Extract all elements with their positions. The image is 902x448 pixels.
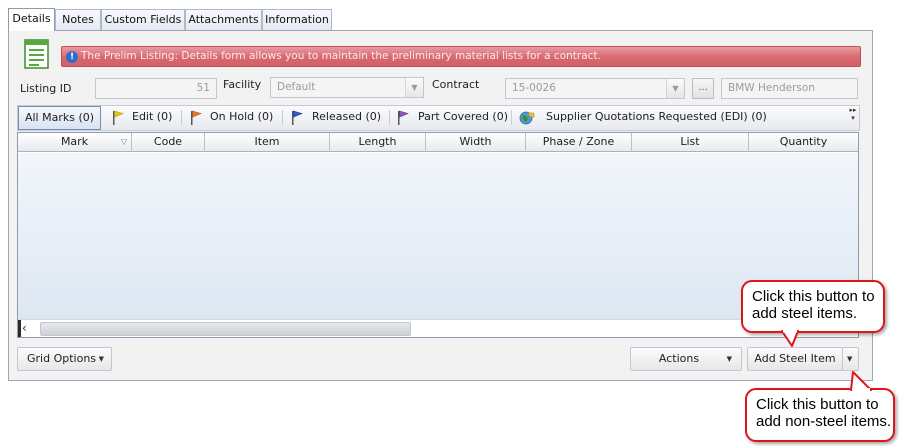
column-header-quantity[interactable]: Quantity bbox=[749, 133, 858, 152]
filter-on-hold[interactable]: On Hold (0) bbox=[210, 106, 273, 130]
globe-icon bbox=[519, 111, 535, 125]
contract-dropdown-icon[interactable]: ▼ bbox=[666, 79, 684, 98]
yellow-flag-icon bbox=[113, 110, 124, 125]
tab-custom-fields-label: Custom Fields bbox=[104, 13, 182, 26]
chevron-down-icon: ▼ bbox=[98, 355, 104, 363]
marks-grid: Mark ▽ Code Item Length Width Phase / Zo… bbox=[17, 132, 859, 338]
tab-details-label: Details bbox=[12, 12, 51, 25]
grid-header: Mark ▽ Code Item Length Width Phase / Zo… bbox=[18, 133, 858, 152]
grid-options-button[interactable]: Grid Options ▼ bbox=[17, 347, 112, 371]
callout-non-steel-line2: add non-steel items. bbox=[756, 413, 892, 430]
callout-steel-pointer bbox=[781, 330, 799, 347]
scroll-left-icon[interactable]: ‹ bbox=[22, 321, 36, 336]
document-list-icon bbox=[24, 39, 49, 69]
column-header-length[interactable]: Length bbox=[330, 133, 426, 152]
column-filter-icon[interactable]: ▽ bbox=[121, 133, 127, 151]
scrollbar-thumb[interactable] bbox=[40, 322, 411, 336]
filter-separator bbox=[389, 110, 390, 125]
horizontal-scrollbar[interactable]: ‹ bbox=[18, 319, 858, 337]
info-icon: ! bbox=[66, 51, 78, 63]
blue-flag-icon bbox=[292, 110, 303, 125]
callout-non-steel-pointer bbox=[850, 371, 872, 391]
contract-description-field: BMW Henderson bbox=[721, 78, 858, 99]
column-header-phase-zone[interactable]: Phase / Zone bbox=[526, 133, 632, 152]
filter-all-marks[interactable]: All Marks (0) bbox=[18, 106, 101, 130]
contract-label: Contract bbox=[432, 78, 480, 91]
scrollbar-edge bbox=[18, 320, 21, 337]
facility-dropdown-icon[interactable]: ▼ bbox=[405, 78, 423, 97]
listing-id-field[interactable]: 51 bbox=[95, 78, 217, 99]
tab-attachments-label: Attachments bbox=[188, 13, 259, 26]
info-banner-text: The Prelim Listing: Details form allows … bbox=[81, 50, 601, 62]
grid-options-label: Grid Options bbox=[27, 352, 97, 365]
tab-notes-label: Notes bbox=[62, 13, 94, 26]
tab-notes[interactable]: Notes bbox=[55, 9, 101, 30]
callout-steel-line2: add steel items. bbox=[752, 305, 858, 322]
add-steel-item-button[interactable]: Add Steel Item bbox=[747, 347, 843, 371]
callout-add-steel: Click this button to add steel items. bbox=[741, 280, 885, 333]
chevron-down-icon: ▼ bbox=[726, 355, 732, 363]
add-steel-item-label: Add Steel Item bbox=[754, 352, 836, 365]
filter-part-covered[interactable]: Part Covered (0) bbox=[418, 106, 508, 130]
callout-steel-line1: Click this button to bbox=[752, 288, 875, 305]
tab-details[interactable]: Details bbox=[8, 8, 55, 31]
grid-body[interactable] bbox=[18, 153, 858, 319]
chevron-down-icon: ▼ bbox=[847, 355, 853, 363]
column-header-label: Mark bbox=[60, 135, 89, 148]
contract-lookup-button[interactable]: ... bbox=[692, 78, 714, 99]
callout-non-steel-line1: Click this button to bbox=[756, 396, 879, 413]
contract-value: 15-0026 bbox=[512, 82, 556, 94]
facility-select[interactable]: Default bbox=[270, 77, 424, 98]
contract-select[interactable]: 15-0026 bbox=[505, 78, 685, 99]
tab-information-label: Information bbox=[265, 13, 329, 26]
facility-label: Facility bbox=[223, 78, 262, 91]
orange-flag-icon bbox=[191, 110, 202, 125]
filter-edit[interactable]: Edit (0) bbox=[132, 106, 172, 130]
facility-value: Default bbox=[277, 81, 316, 93]
actions-button[interactable]: Actions ▼ bbox=[630, 347, 742, 371]
info-banner: ! The Prelim Listing: Details form allow… bbox=[61, 46, 861, 67]
column-header-mark[interactable]: Mark ▽ bbox=[18, 133, 132, 152]
column-header-width[interactable]: Width bbox=[426, 133, 526, 152]
filter-released[interactable]: Released (0) bbox=[312, 106, 381, 130]
filter-separator bbox=[282, 110, 283, 125]
tab-custom-fields[interactable]: Custom Fields bbox=[101, 9, 185, 30]
column-header-item[interactable]: Item bbox=[205, 133, 330, 152]
purple-flag-icon bbox=[398, 110, 409, 125]
listing-id-label: Listing ID bbox=[20, 82, 72, 95]
tab-information[interactable]: Information bbox=[262, 9, 332, 30]
filter-separator bbox=[181, 110, 182, 125]
column-header-code[interactable]: Code bbox=[132, 133, 205, 152]
filter-bar-overflow-icon[interactable]: ▸▸ ▾ bbox=[847, 106, 859, 130]
add-item-dropdown-button[interactable]: ▼ bbox=[842, 347, 859, 371]
column-header-list[interactable]: List bbox=[632, 133, 749, 152]
tab-attachments[interactable]: Attachments bbox=[185, 9, 262, 30]
actions-label: Actions bbox=[658, 352, 700, 365]
callout-add-non-steel: Click this button to add non-steel items… bbox=[745, 388, 895, 442]
filter-separator bbox=[511, 110, 512, 125]
filter-supplier-quotations[interactable]: Supplier Quotations Requested (EDI) (0) bbox=[546, 106, 767, 130]
